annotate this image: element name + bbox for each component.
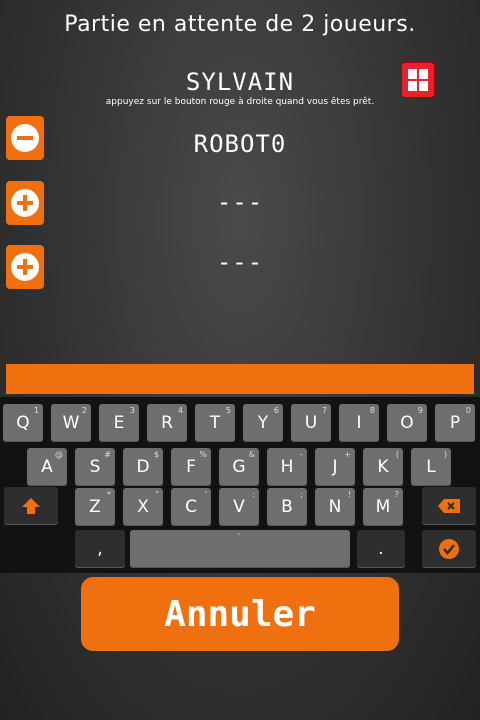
slot-3-label: --- [216,248,264,276]
key-f[interactable]: F% [171,448,211,486]
page-title: Partie en attente de 2 joueurs. [64,12,416,37]
key-c[interactable]: C ' [171,488,211,526]
text-input-bar[interactable] [6,364,474,394]
key-n[interactable]: N! [315,488,355,526]
enter-key[interactable] [422,530,476,568]
key-r[interactable]: R4 [147,404,187,442]
key-j[interactable]: J + [315,448,355,486]
windows-icon [408,69,428,91]
key-h[interactable]: H- [267,448,307,486]
slot-1-label: ROBOT0 [193,130,287,158]
key-d[interactable]: D $ [123,448,163,486]
on-screen-keyboard: Q1 W2 E3 R4 T5 Y6 U7 I8 O9 P0 A @ S # D $ F… [0,397,480,573]
ready-button[interactable] [402,63,434,97]
slot-2-label: --- [216,188,264,216]
key-o[interactable]: O9 [387,404,427,442]
key-i[interactable]: I8 [339,404,379,442]
cancel-button[interactable]: Annuler [81,577,399,651]
key-t[interactable]: T5 [195,404,235,442]
key-w[interactable]: W2 [51,404,91,442]
backspace-icon [438,499,460,513]
key-y[interactable]: Y6 [243,404,283,442]
key-q[interactable]: Q1 [3,404,43,442]
space-key[interactable]: ' [130,530,350,568]
key-p[interactable]: P0 [435,404,475,442]
key-v[interactable]: V: [219,488,259,526]
shift-arrow-icon [22,498,40,514]
key-e[interactable]: E3 [99,404,139,442]
period-key[interactable]: . [357,530,405,568]
check-circle-icon [439,539,459,559]
ready-instructions: appuyez sur le bouton rouge à droite qua… [105,97,375,107]
key-x[interactable]: X " [123,488,163,526]
shift-key[interactable] [4,487,58,525]
key-m[interactable]: M? [363,488,403,526]
comma-key[interactable]: , [75,530,125,568]
key-g[interactable]: G & [219,448,259,486]
key-l[interactable]: L) [411,448,451,486]
key-b[interactable]: B; [267,488,307,526]
key-k[interactable]: K( [363,448,403,486]
key-a[interactable]: A @ [27,448,67,486]
key-z[interactable]: Z * [75,488,115,526]
key-u[interactable]: U7 [291,404,331,442]
backspace-key[interactable] [422,487,476,525]
key-s[interactable]: S # [75,448,115,486]
